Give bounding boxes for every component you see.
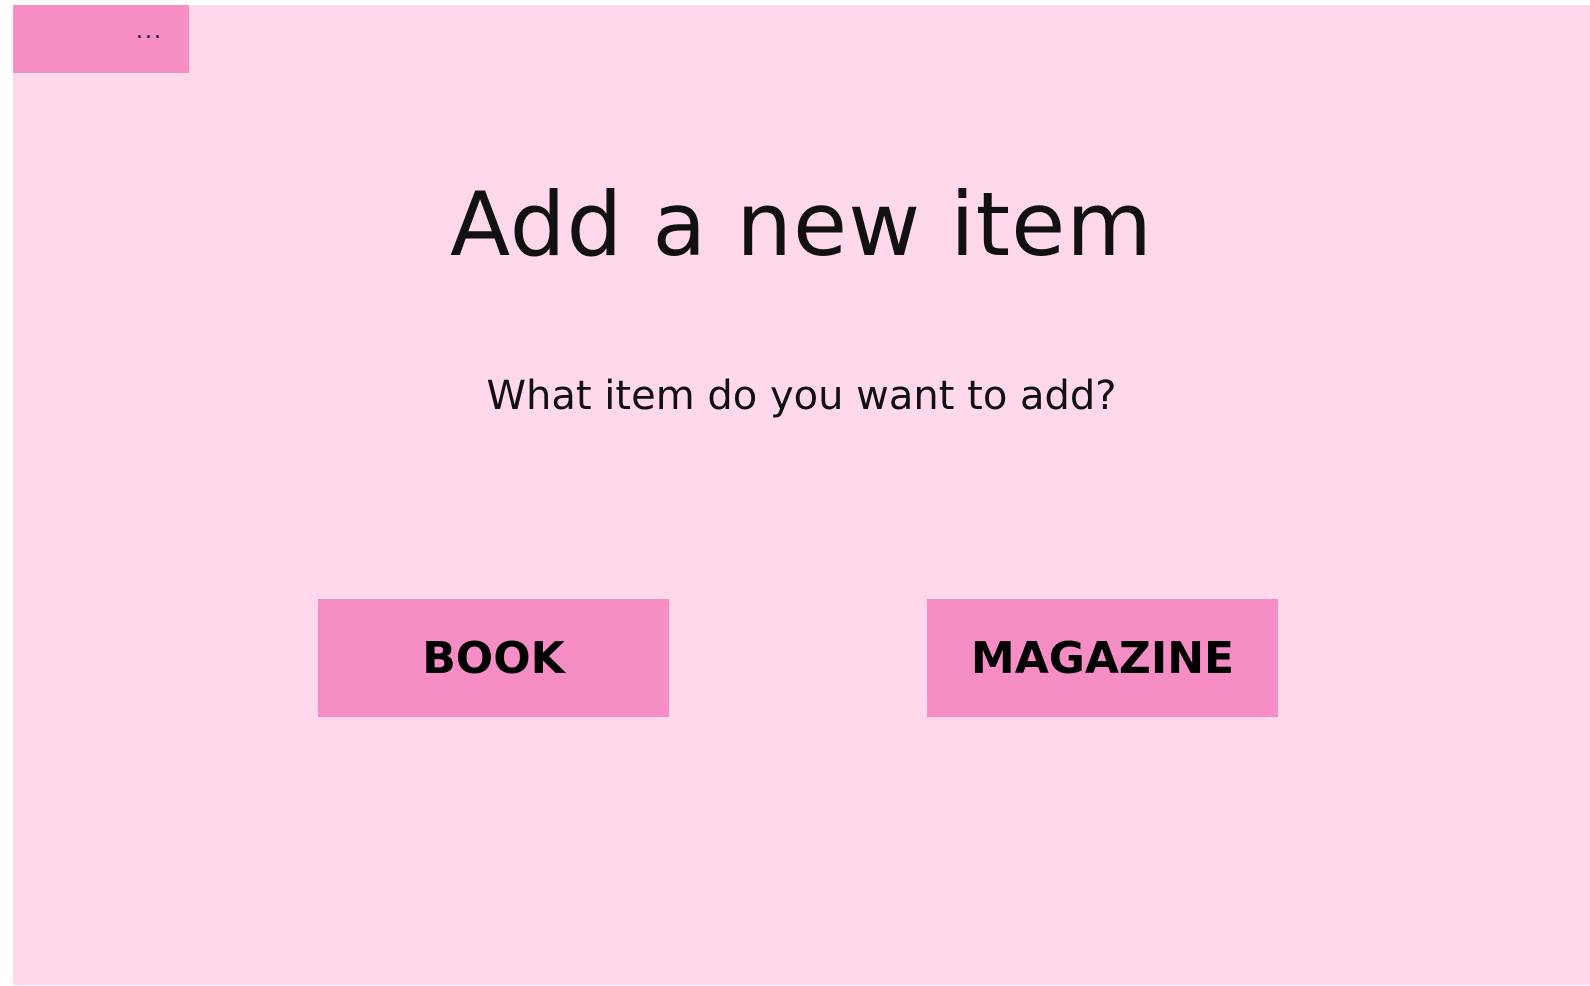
more-options-icon: ... [136, 19, 163, 44]
book-button[interactable]: BOOK [318, 599, 669, 717]
page-title: Add a new item [450, 173, 1153, 276]
item-type-prompt: What item do you want to add? [486, 373, 1117, 419]
app-window: ... Add a new item What item do you want… [13, 5, 1590, 985]
more-options-button[interactable]: ... [13, 5, 189, 73]
magazine-button[interactable]: MAGAZINE [927, 599, 1278, 717]
